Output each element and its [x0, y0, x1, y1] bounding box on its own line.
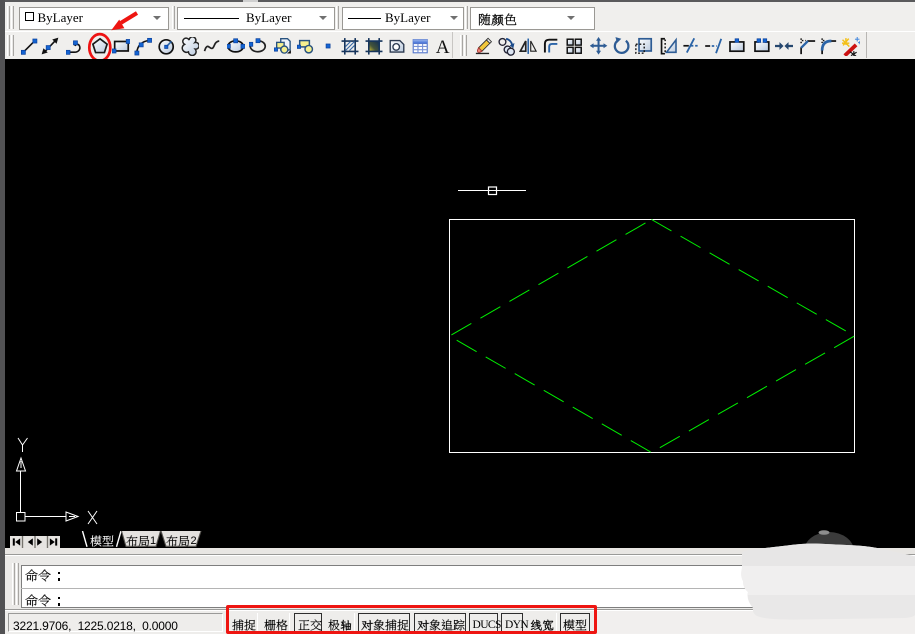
- svg-text:A: A: [436, 37, 450, 56]
